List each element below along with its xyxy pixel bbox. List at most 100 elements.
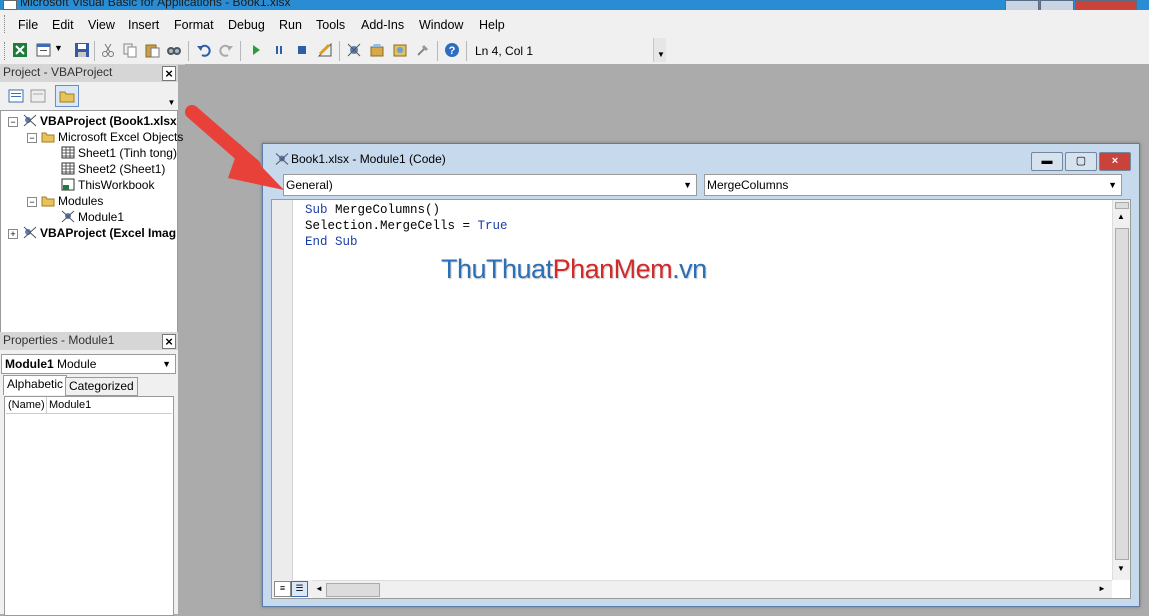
project-toolbar-chevron[interactable]: ▼ [166, 88, 177, 108]
menu-window[interactable]: Window [419, 18, 463, 32]
menu-insert[interactable]: Insert [128, 18, 159, 32]
annotation-arrow-icon [185, 105, 284, 190]
code-close-button[interactable]: × [1099, 152, 1131, 171]
menubar-grip[interactable] [4, 15, 8, 33]
toolbox-icon[interactable] [415, 42, 431, 58]
help-icon[interactable]: ? [444, 42, 460, 58]
find-icon[interactable] [166, 42, 182, 58]
code-line[interactable]: Selection.MergeCells = True [305, 219, 508, 233]
properties-object-select[interactable]: Module1 Module ▼ [1, 354, 176, 374]
menu-tools[interactable]: Tools [316, 18, 345, 32]
open-folder-icon [41, 196, 55, 207]
close-properties-pane-button[interactable]: × [162, 334, 176, 349]
code-line[interactable]: Sub MergeColumns() [305, 203, 440, 217]
menu-edit[interactable]: Edit [52, 18, 74, 32]
excel-view-icon[interactable] [12, 42, 28, 58]
svg-text:?: ? [449, 45, 456, 57]
tree-node-vbaproject-excel-image[interactable]: VBAProject (Excel Imag [23, 225, 176, 241]
tree-label: ThisWorkbook [78, 178, 155, 192]
reset-icon[interactable] [294, 42, 310, 58]
procedure-view-icon[interactable]: ≡ [274, 581, 291, 597]
toolbar-separator [339, 41, 340, 61]
design-mode-icon[interactable] [317, 42, 333, 58]
property-row[interactable]: (Name) Module1 [6, 397, 172, 414]
collapse-icon[interactable]: − [8, 117, 18, 127]
menu-file[interactable]: File [18, 18, 38, 32]
code-restore-button[interactable]: ▢ [1065, 152, 1097, 171]
tree-label: Microsoft Excel Objects [58, 130, 184, 144]
scroll-down-icon[interactable]: ▼ [1117, 564, 1125, 573]
scroll-up-icon[interactable]: ▲ [1117, 212, 1125, 221]
redo-icon[interactable] [218, 42, 234, 58]
run-icon[interactable] [248, 42, 264, 58]
property-value[interactable]: Module1 [49, 399, 91, 411]
minimize-window-button[interactable] [1005, 0, 1039, 10]
chevron-down-icon: ▼ [1108, 180, 1117, 190]
watermark-part: .vn [672, 254, 707, 284]
code-vscrollbar[interactable]: ▲ ▼ [1112, 200, 1130, 580]
insert-module-icon[interactable] [36, 42, 52, 58]
tree-node-excel-objects[interactable]: Microsoft Excel Objects [41, 129, 183, 145]
standard-toolbar: ▼ ? Ln 4, Col 1 ▼ [0, 38, 666, 65]
code-line[interactable]: End Sub [305, 235, 358, 249]
tree-node-vbaproject-book1[interactable]: VBAProject (Book1.xlsx [23, 113, 177, 129]
menu-format[interactable]: Format [174, 18, 214, 32]
close-window-button[interactable] [1075, 0, 1137, 10]
tree-node-sheet2[interactable]: Sheet2 (Sheet1) [61, 161, 165, 177]
insert-dropdown-icon[interactable]: ▼ [54, 43, 70, 59]
toolbar-grip[interactable] [4, 42, 8, 60]
close-project-pane-button[interactable]: × [162, 66, 176, 81]
paste-icon[interactable] [144, 42, 160, 58]
copy-icon[interactable] [122, 42, 138, 58]
menu-debug[interactable]: Debug [228, 18, 265, 32]
tree-node-modules[interactable]: Modules [41, 193, 103, 209]
procedure-combobox[interactable]: MergeColumns ▼ [704, 174, 1122, 196]
menu-help[interactable]: Help [479, 18, 505, 32]
properties-window-icon[interactable] [369, 42, 385, 58]
view-code-icon[interactable] [8, 88, 24, 104]
tab-categorized[interactable]: Categorized [65, 377, 138, 396]
project-explorer-pane: Project - VBAProject × ▼ − VBAProject (B… [0, 64, 183, 372]
watermark-part: ThuThuat [441, 254, 553, 284]
object-browser-icon[interactable] [392, 42, 408, 58]
code-hscrollbar[interactable]: ◄ ► [312, 580, 1112, 598]
toolbar-separator [188, 41, 189, 61]
scroll-thumb[interactable] [1115, 228, 1129, 560]
menu-add-ins[interactable]: Add-Ins [361, 18, 404, 32]
toolbar-overflow-chevron[interactable]: ▼ [653, 38, 666, 62]
menu-run[interactable]: Run [279, 18, 302, 32]
code-minimize-button[interactable]: ▬ [1031, 152, 1063, 171]
object-combobox[interactable]: General) ▼ [283, 174, 697, 196]
toolbar-separator [94, 41, 95, 61]
menu-view[interactable]: View [88, 18, 115, 32]
cut-icon[interactable] [100, 42, 116, 58]
tab-alphabetic[interactable]: Alphabetic [3, 375, 68, 395]
scroll-right-icon[interactable]: ► [1098, 584, 1106, 593]
split-bar[interactable] [1115, 202, 1129, 209]
tree-node-thisworkbook[interactable]: ThisWorkbook [61, 177, 154, 193]
view-object-icon[interactable] [30, 88, 46, 104]
tree-label: Sheet2 (Sheet1) [78, 162, 166, 176]
property-divider [46, 397, 47, 413]
code-margin[interactable] [272, 200, 293, 580]
full-module-view-icon[interactable]: ☰ [291, 581, 308, 597]
maximize-window-button[interactable] [1040, 0, 1074, 10]
project-pane-title: Project - VBAProject [0, 64, 178, 82]
window-title: Microsoft Visual Basic for Applications … [20, 0, 291, 9]
undo-icon[interactable] [196, 42, 212, 58]
toggle-folders-button[interactable] [55, 85, 79, 107]
expand-icon[interactable]: + [8, 229, 18, 239]
collapse-icon[interactable]: − [27, 133, 37, 143]
collapse-icon[interactable]: − [27, 197, 37, 207]
scroll-left-icon[interactable]: ◄ [315, 584, 323, 593]
scroll-thumb[interactable] [326, 583, 380, 597]
chevron-down-icon: ▼ [162, 359, 171, 369]
break-icon[interactable] [271, 42, 287, 58]
save-icon[interactable] [74, 42, 90, 58]
tree-node-sheet1[interactable]: Sheet1 (Tinh tong) [61, 145, 177, 161]
tree-node-module1[interactable]: Module1 [61, 209, 124, 225]
project-explorer-icon[interactable] [346, 42, 362, 58]
properties-grid: (Name) Module1 [4, 396, 174, 616]
module-icon [61, 210, 75, 223]
chevron-down-icon: ▼ [683, 180, 692, 190]
